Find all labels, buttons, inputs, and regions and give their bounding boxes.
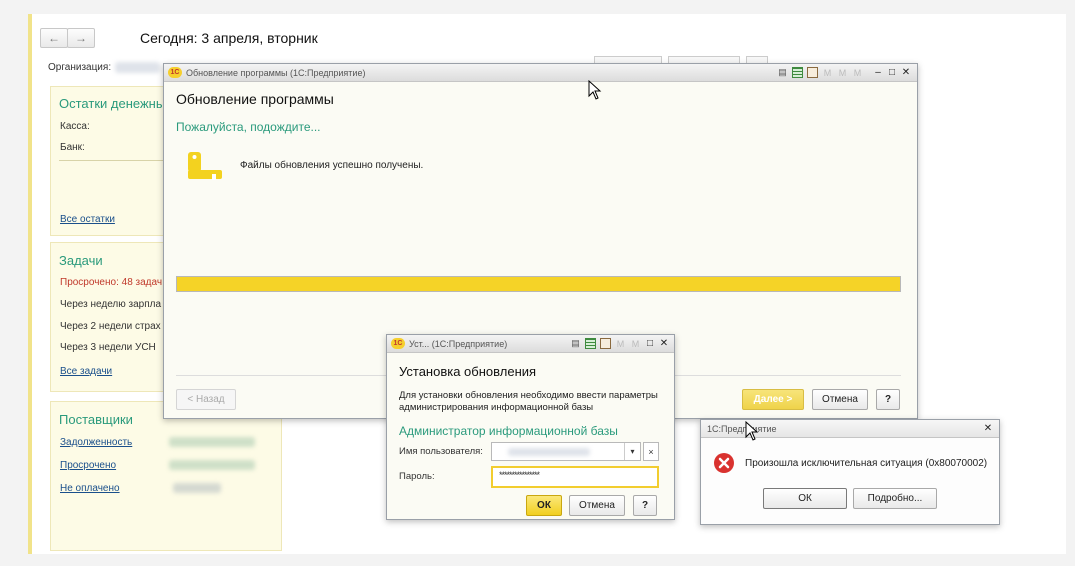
all-balances-link[interactable]: Все остатки (60, 214, 115, 225)
arrow-right-icon: → (75, 31, 87, 45)
close-icon[interactable]: ✕ (899, 66, 913, 80)
printer-icon[interactable]: ▤ (777, 67, 788, 78)
install-heading: Установка обновления (399, 364, 537, 379)
page-title: Сегодня: 3 апреля, вторник (140, 30, 318, 46)
install-dialog-title: Уст... (1С:Предприятие) (409, 338, 508, 349)
divider (59, 160, 165, 161)
help-button[interactable]: ? (876, 389, 900, 410)
money-panel: Остатки денежных Касса: Банк: Все остатк… (50, 86, 172, 236)
install-dialog-titlebar[interactable]: 1С Уст... (1С:Предприятие) ▤ M M □ ✕ (387, 335, 674, 353)
money-panel-title: Остатки денежных (59, 96, 172, 111)
help-button[interactable]: ? (633, 495, 657, 516)
cancel-button[interactable]: Отмена (812, 389, 868, 410)
suppliers-panel: Поставщики Задолженность Просрочено Не о… (50, 401, 282, 551)
progress-fill (177, 277, 900, 291)
suppliers-panel-title: Поставщики (59, 412, 133, 427)
1c-logo-icon: 1С (168, 67, 182, 78)
task-item: Через 3 недели УСН (60, 342, 156, 353)
close-icon[interactable]: ✕ (981, 422, 995, 436)
error-icon (714, 453, 734, 473)
admin-section-title: Администратор информационной базы (399, 424, 618, 438)
maximize-icon[interactable]: □ (643, 337, 657, 351)
arrow-left-icon: ← (48, 31, 60, 45)
nav-forward-button[interactable]: → (67, 28, 95, 48)
memory-minus-icon: M (853, 67, 862, 78)
unpaid-link[interactable]: Не оплачено (60, 483, 120, 494)
overdue-link[interactable]: Просрочено (60, 460, 116, 471)
calendar-icon[interactable] (600, 338, 611, 349)
clear-field-icon[interactable]: × (643, 442, 659, 461)
username-field[interactable]: ▾ (491, 442, 641, 461)
memory-icon: M (616, 338, 625, 349)
overdue-tasks: Просрочено: 48 задач (60, 277, 163, 288)
update-key-icon (188, 152, 222, 180)
install-update-dialog: 1С Уст... (1С:Предприятие) ▤ M M □ ✕ Уст… (386, 334, 675, 520)
dropdown-arrow-icon[interactable]: ▾ (624, 443, 640, 460)
update-heading: Обновление программы (176, 91, 334, 107)
error-message: Произошла исключительная ситуация (0x800… (745, 458, 988, 469)
install-description: Для установки обновления необходимо ввес… (399, 390, 658, 413)
update-window-titlebar[interactable]: 1С Обновление программы (1С:Предприятие)… (164, 64, 917, 82)
please-wait-text: Пожалуйста, подождите... (176, 120, 321, 134)
ok-button[interactable]: ОК (526, 495, 562, 516)
username-label: Имя пользователя: (399, 446, 483, 457)
spreadsheet-icon[interactable] (585, 338, 596, 349)
nav-back-button[interactable]: ← (40, 28, 68, 48)
cash-label: Касса: (60, 121, 90, 132)
password-label: Пароль: (399, 471, 435, 482)
next-button[interactable]: Далее > (742, 389, 804, 410)
task-item: Через неделю зарпла (60, 299, 162, 310)
debt-link[interactable]: Задолженность (60, 437, 132, 448)
memory-minus-icon: M (631, 338, 640, 349)
spreadsheet-icon[interactable] (792, 67, 803, 78)
calendar-icon[interactable] (807, 67, 818, 78)
tasks-panel: Задачи Просрочено: 48 задач Через неделю… (50, 242, 164, 392)
organization-value-blurred (115, 62, 160, 73)
bank-label: Банк: (60, 142, 85, 153)
task-item: Через 2 недели страх (60, 321, 161, 332)
overdue-value-blurred (169, 460, 255, 470)
tasks-panel-title: Задачи (59, 253, 103, 268)
1c-logo-icon: 1С (391, 338, 405, 349)
ok-button[interactable]: ОК (763, 488, 847, 509)
organization-label: Организация: (48, 62, 112, 73)
close-icon[interactable]: ✕ (657, 337, 671, 351)
mouse-cursor-icon (588, 80, 602, 100)
status-text: Файлы обновления успешно получены. (240, 160, 424, 171)
cancel-button[interactable]: Отмена (569, 495, 625, 516)
update-progress-bar (176, 276, 901, 292)
printer-icon[interactable]: ▤ (570, 338, 581, 349)
back-button[interactable]: < Назад (176, 389, 236, 410)
memory-icon: M (823, 67, 832, 78)
memory-plus-icon: M (838, 67, 847, 78)
minimize-icon[interactable]: – (871, 66, 885, 80)
debt-value-blurred (169, 437, 255, 447)
error-dialog-title: 1С:Предприятие (707, 423, 777, 434)
details-button[interactable]: Подробно... (853, 488, 937, 509)
mouse-cursor-icon (745, 421, 759, 441)
username-value-blurred (508, 448, 590, 456)
all-tasks-link[interactable]: Все задачи (60, 366, 112, 377)
unpaid-value-blurred (173, 483, 221, 493)
maximize-icon[interactable]: □ (885, 66, 899, 80)
password-field[interactable]: **************** (491, 466, 659, 488)
update-window-title: Обновление программы (1С:Предприятие) (186, 67, 366, 78)
